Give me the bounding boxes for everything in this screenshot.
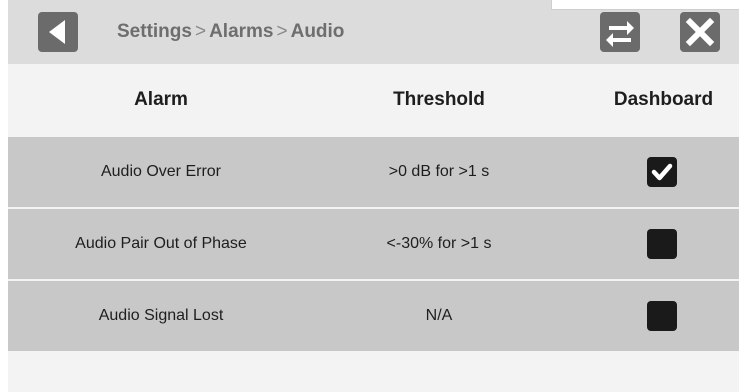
back-arrow-icon: [49, 20, 65, 44]
breadcrumb-audio: Audio: [290, 21, 345, 42]
alarm-threshold[interactable]: <-30% for >1 s: [314, 209, 564, 279]
checkmark-icon: [651, 163, 673, 181]
table-row[interactable]: Audio Signal Lost N/A: [8, 281, 739, 351]
table-row[interactable]: Audio Over Error >0 dB for >1 s: [8, 137, 739, 207]
alarm-name: Audio Over Error: [100, 163, 222, 180]
close-button[interactable]: [680, 12, 720, 52]
dashboard-checkbox[interactable]: [647, 229, 677, 259]
back-button[interactable]: [38, 12, 78, 52]
alarm-threshold: N/A: [425, 307, 453, 324]
alarm-name: Audio Signal Lost: [98, 307, 224, 324]
breadcrumb-settings[interactable]: Settings: [117, 21, 192, 42]
close-icon: [685, 17, 715, 47]
breadcrumb-alarms[interactable]: Alarms: [209, 21, 273, 42]
column-header-dashboard: Dashboard: [613, 89, 714, 110]
dashboard-checkbox[interactable]: [647, 157, 677, 187]
breadcrumb: Settings > Alarms > Audio: [117, 20, 344, 44]
alarm-threshold[interactable]: >0 dB for >1 s: [314, 137, 564, 207]
swap-arrows-icon: [606, 21, 634, 47]
column-header-threshold: Threshold: [393, 89, 485, 110]
breadcrumb-separator: >: [276, 21, 288, 42]
swap-button[interactable]: [600, 12, 640, 52]
column-header-alarm: Alarm: [134, 89, 188, 110]
settings-panel: Settings > Alarms > Audio Alarm Threshold Da…: [8, 0, 739, 392]
alarm-name: Audio Pair Out of Phase: [75, 235, 247, 252]
breadcrumb-separator: >: [194, 21, 207, 42]
table-row[interactable]: Audio Pair Out of Phase <-30% for >1 s: [8, 209, 739, 279]
window-edge: [551, 0, 739, 10]
dashboard-checkbox[interactable]: [647, 301, 677, 331]
